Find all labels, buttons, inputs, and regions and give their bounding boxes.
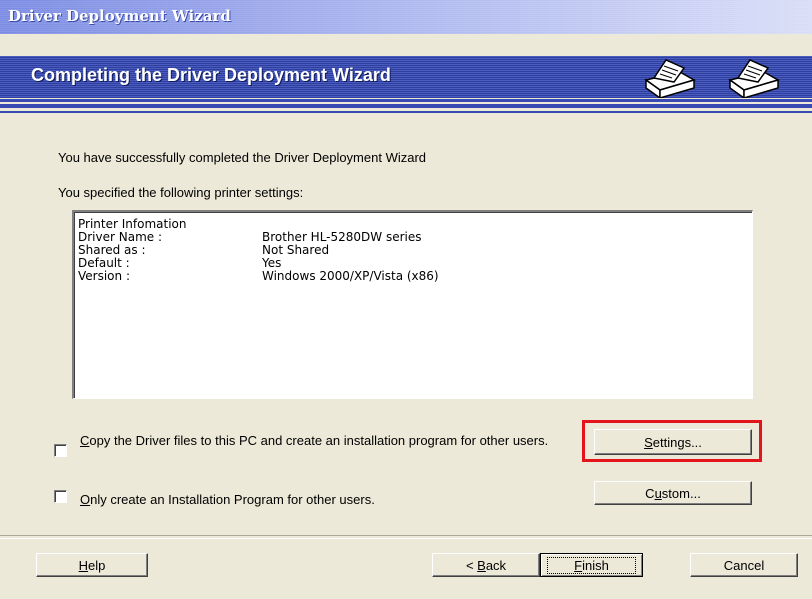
printer-icon <box>644 59 696 98</box>
button-label: Custom... <box>645 486 701 501</box>
printer-settings-box[interactable]: Printer Infomation Driver Name : Brother… <box>72 210 753 399</box>
mnemonic: u <box>654 485 662 501</box>
back-button[interactable]: < Back <box>432 553 540 577</box>
label-text: opy the Driver files to this PC and crea… <box>89 433 549 448</box>
help-button[interactable]: Help <box>36 553 148 577</box>
page-title: Completing the Driver Deployment Wizard <box>31 65 391 85</box>
title-bar: Driver Deployment Wizard <box>0 0 812 34</box>
info-label: Version : <box>78 269 130 283</box>
window-title: Driver Deployment Wizard <box>8 7 231 25</box>
info-row-shared-as: Shared as : Not Shared <box>78 244 738 257</box>
mnemonic: C <box>80 433 90 448</box>
header-rule <box>0 104 812 108</box>
mnemonic: F <box>574 557 583 573</box>
label-text: stom... <box>661 485 701 501</box>
info-row-driver-name: Driver Name : Brother HL-5280DW series <box>78 231 738 244</box>
mnemonic: H <box>78 557 89 573</box>
settings-highlight-box <box>582 420 762 462</box>
label-text: inish <box>582 557 609 573</box>
success-message: You have successfully completed the Driv… <box>58 150 427 165</box>
label-text: ack <box>485 557 507 573</box>
header-rule <box>0 111 812 113</box>
settings-intro: You specified the following printer sett… <box>58 185 304 200</box>
copy-driver-checkbox[interactable] <box>54 444 67 457</box>
mnemonic: O <box>80 492 91 507</box>
label-text: < <box>465 557 478 573</box>
label-text: elp <box>88 557 106 573</box>
footer-separator <box>0 535 812 539</box>
printer-icon <box>728 59 780 98</box>
info-value: Windows 2000/XP/Vista (x86) <box>262 269 439 283</box>
only-install-checkbox[interactable] <box>54 490 67 503</box>
cancel-button[interactable]: Cancel <box>690 553 798 577</box>
custom-button[interactable]: Custom... <box>594 481 752 505</box>
mnemonic: B <box>477 557 486 573</box>
finish-button[interactable]: Finish <box>540 553 643 577</box>
button-label: Cancel <box>723 557 765 573</box>
info-row-version: Version : Windows 2000/XP/Vista (x86) <box>78 270 738 283</box>
focus-rect: Finish <box>547 556 636 574</box>
copy-driver-label[interactable]: Copy the Driver files to this PC and cre… <box>80 433 570 448</box>
header-rule <box>0 99 812 102</box>
button-label: Help <box>79 558 106 573</box>
label-text: C <box>645 485 655 501</box>
only-install-label[interactable]: Only create an Installation Program for … <box>80 492 375 507</box>
label-text: nly create an Installation Program for o… <box>90 492 375 507</box>
button-label: < Back <box>466 558 506 573</box>
